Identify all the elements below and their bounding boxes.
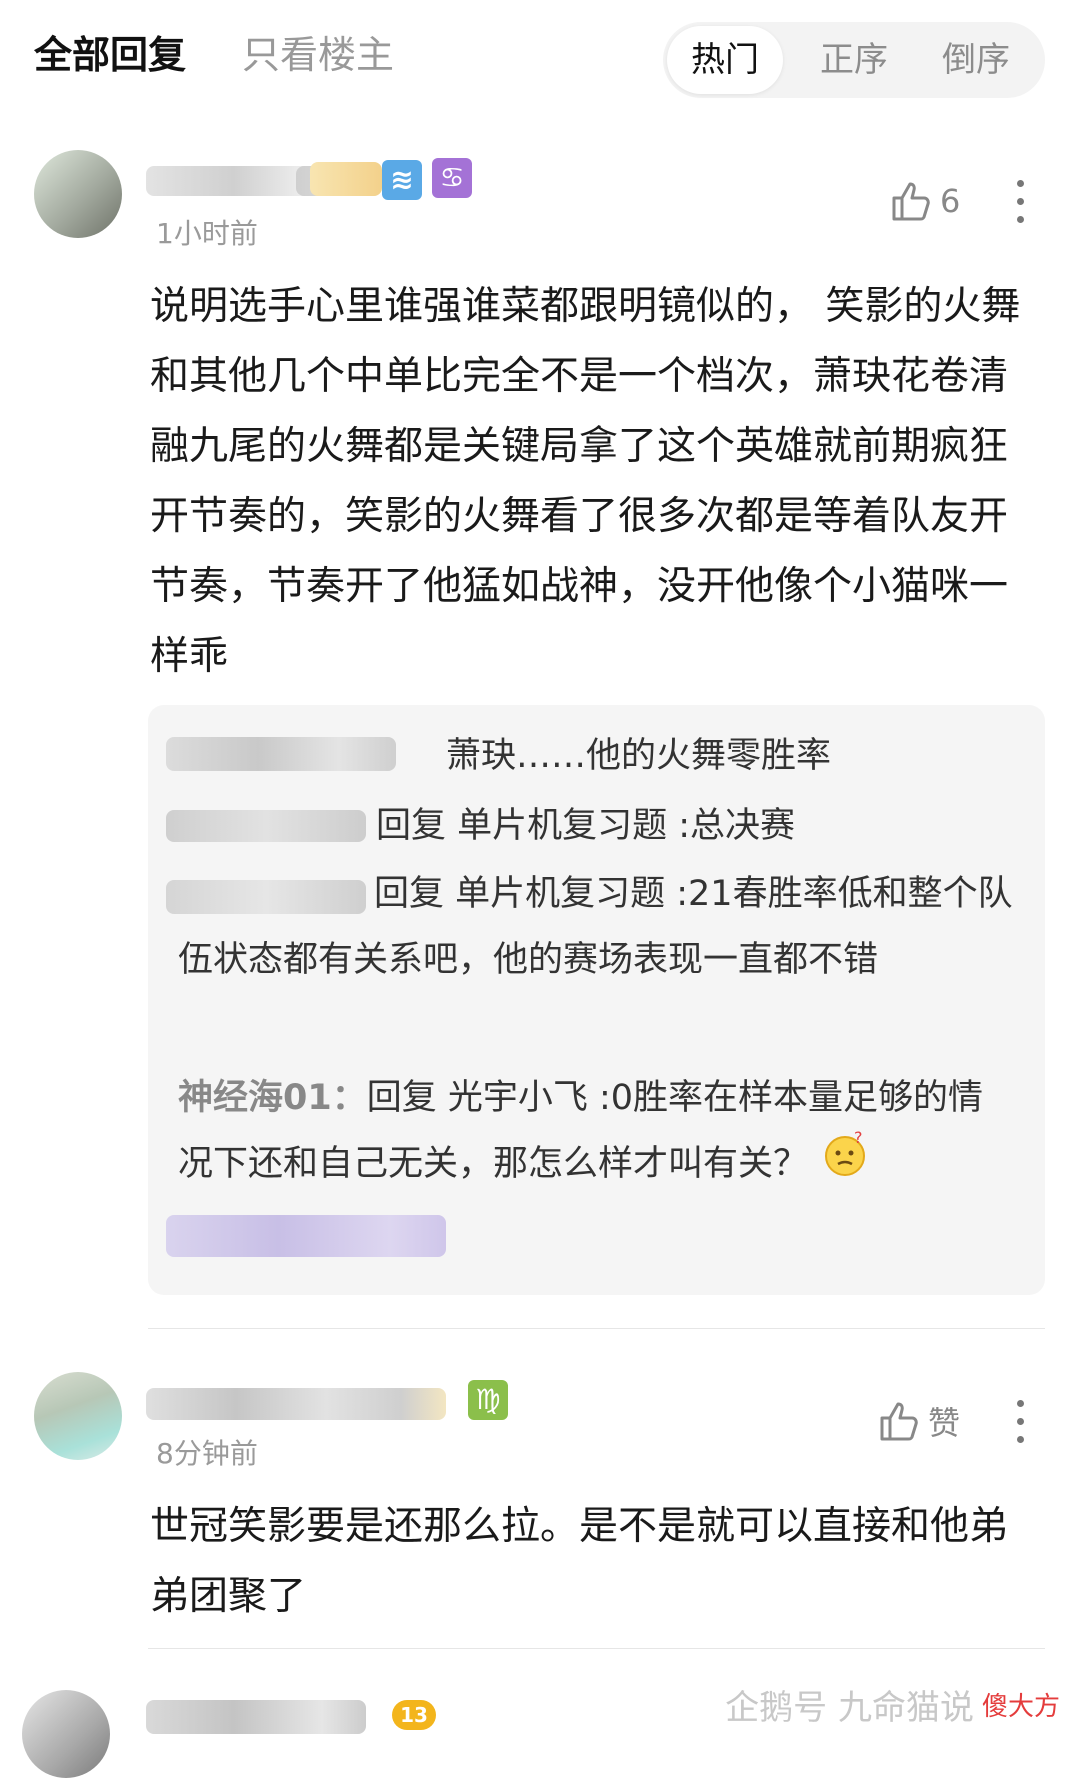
sort-ascending[interactable]: 正序	[799, 22, 909, 98]
tab-only-op[interactable]: 只看楼主	[242, 24, 394, 79]
comment-content: 说明选手心里谁强谁菜都跟明镜似的， 笑影的火舞和其他几个中单比完全不是一个档次，…	[150, 284, 1021, 679]
watermark: 企鹅号 九命猫说 傻大方	[725, 1680, 1060, 1729]
cancer-badge-icon: ♋	[432, 158, 472, 198]
watermark-corner: 傻大方	[981, 1692, 1060, 1722]
avatar[interactable]	[34, 1372, 122, 1460]
level-badge-blurred	[310, 162, 382, 196]
view-more-replies-blurred[interactable]	[166, 1215, 446, 1257]
svg-text:?: ?	[854, 1131, 863, 1147]
reply-item: 萧玦……他的火舞零胜率	[446, 736, 832, 776]
like-button[interactable]: 6	[890, 180, 960, 222]
reply-item: 回复 单片机复习题 :21春胜率低和整个队伍状态都有关系吧，他的赛场表现一直都不…	[178, 874, 1013, 980]
avatar[interactable]	[22, 1690, 110, 1778]
comment-content: 世冠笑影要是还那么拉。是不是就可以直接和他弟弟团聚了	[150, 1504, 1009, 1619]
watermark-text: 企鹅号 九命猫说	[725, 1688, 974, 1728]
sort-descending[interactable]: 倒序	[921, 22, 1031, 98]
thinking-face-icon: ?	[822, 1128, 868, 1199]
reply-item: 回复 单片机复习题 :总决赛	[376, 806, 796, 846]
like-label: 赞	[928, 1404, 961, 1442]
sort-toggle: 热门 正序 倒序	[663, 22, 1045, 98]
more-vertical-icon[interactable]	[1017, 1400, 1025, 1443]
sort-hot[interactable]: 热门	[667, 26, 783, 94]
reply-username-blurred	[166, 810, 366, 842]
reply-username[interactable]: 神经海01：	[178, 1078, 367, 1118]
reply-list[interactable]: 萧玦……他的火舞零胜率 回复 单片机复习题 :总决赛 回复 单片机复习题 :21…	[148, 705, 1045, 1295]
thumbs-up-icon	[892, 182, 930, 221]
username-blurred[interactable]	[146, 1700, 366, 1734]
tab-all-replies[interactable]: 全部回复	[34, 24, 186, 79]
reply-item: 神经海01：回复 光宇小飞 :0胜率在样本量足够的情况下还和自己无关，那怎么样才…	[178, 1065, 1018, 1199]
aquarius-badge-icon: ≋	[382, 160, 422, 200]
reply-filter-tabs: 全部回复 只看楼主	[34, 24, 394, 79]
like-count: 6	[940, 182, 961, 220]
more-vertical-icon[interactable]	[1017, 180, 1025, 223]
reply-username-blurred	[166, 737, 396, 771]
level-badge: 13	[392, 1700, 436, 1730]
virgo-badge-icon: ♍	[468, 1380, 508, 1420]
divider	[148, 1648, 1045, 1649]
thumbs-up-icon	[880, 1402, 918, 1441]
like-button[interactable]: 赞	[878, 1398, 960, 1444]
divider	[148, 1328, 1045, 1329]
comment-time: 8分钟前	[156, 1437, 258, 1470]
comment-time: 1小时前	[156, 217, 258, 250]
username-blurred[interactable]	[146, 1388, 446, 1420]
avatar[interactable]	[34, 150, 122, 238]
